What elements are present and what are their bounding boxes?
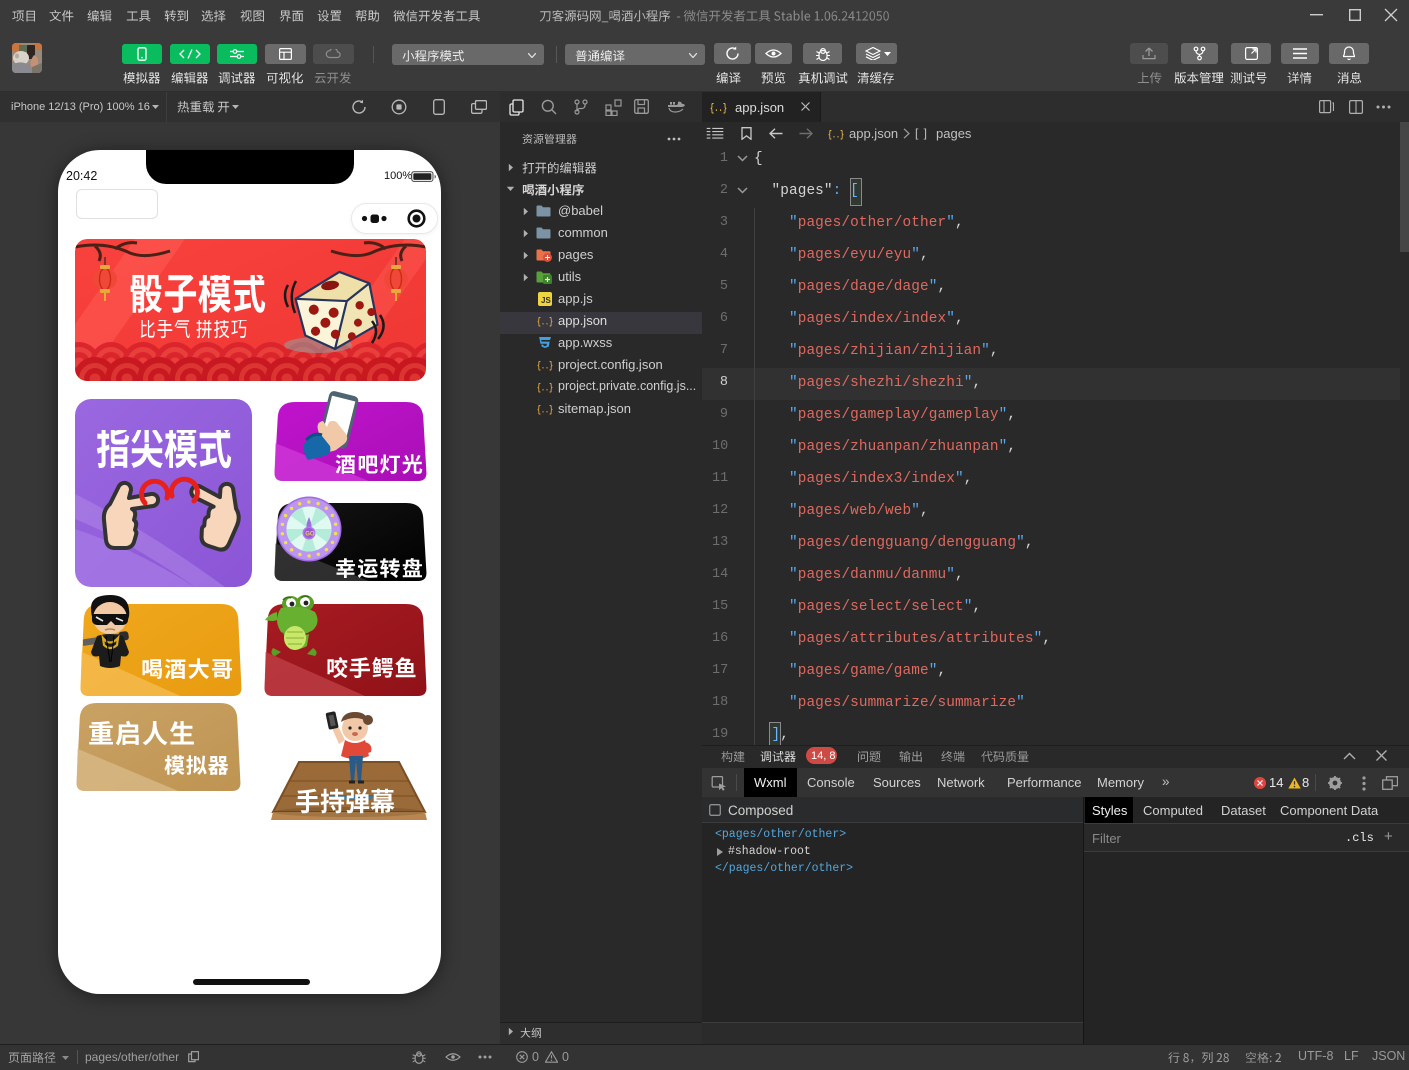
svg-text:JS: JS xyxy=(541,296,551,305)
svg-text:{..}: {..} xyxy=(537,405,553,416)
svg-text:{..}: {..} xyxy=(710,103,727,114)
svg-text:{..}: {..} xyxy=(537,361,553,372)
svg-text:{..}: {..} xyxy=(828,130,844,141)
svg-text:GO: GO xyxy=(305,532,315,538)
svg-text:{..}: {..} xyxy=(537,383,553,394)
svg-text:{..}: {..} xyxy=(537,317,553,328)
